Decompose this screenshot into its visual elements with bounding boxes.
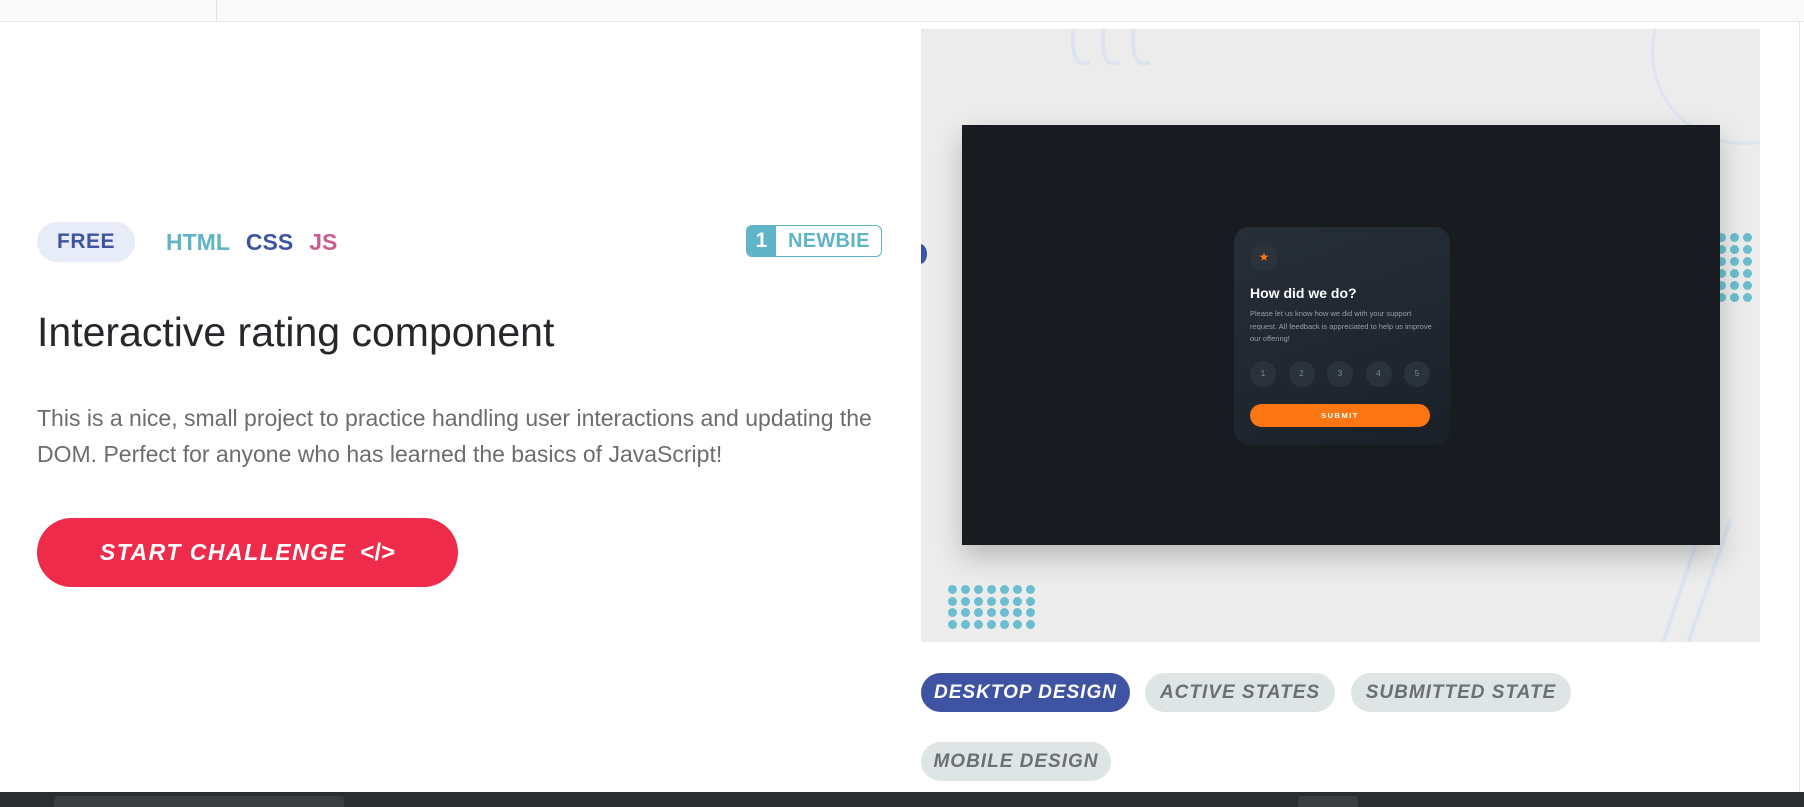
taskbar-tab[interactable] — [1298, 796, 1358, 807]
decorative-dot — [1013, 585, 1022, 594]
difficulty-badge: 1 NEWBIE — [746, 225, 882, 257]
challenge-tags: FREE HTML CSS JS — [37, 222, 337, 262]
decorative-dot — [961, 619, 970, 629]
decorative-dot — [1000, 608, 1009, 617]
card-heading: How did we do? — [1250, 285, 1357, 301]
tab-mobile-design[interactable]: MOBILE DESIGN — [921, 742, 1111, 781]
rating-option: 2 — [1288, 361, 1315, 387]
rating-options: 1 2 3 4 5 — [1250, 361, 1430, 387]
decorative-dot — [1026, 585, 1035, 594]
card-text: Please let us know how we did with your … — [1250, 309, 1432, 343]
decorative-blob — [921, 244, 927, 264]
browser-top-bar — [0, 0, 1804, 22]
decorative-dot — [1730, 281, 1739, 290]
decorative-dot — [1730, 233, 1739, 242]
decorative-dots-right — [1717, 233, 1753, 302]
scrollbar-track[interactable] — [1799, 22, 1800, 792]
design-preview[interactable]: ★ How did we do? Please let us know how … — [921, 29, 1760, 642]
tag-css: CSS — [245, 228, 294, 255]
card-submit-button: SUBMIT — [1250, 404, 1430, 427]
decorative-dot — [1743, 257, 1752, 266]
decorative-dot — [1743, 233, 1752, 242]
decorative-dot — [974, 619, 983, 629]
decorative-dot — [1743, 245, 1752, 254]
tab-active-states[interactable]: ACTIVE STATES — [1145, 673, 1335, 712]
decorative-dot — [987, 585, 996, 594]
decorative-dot — [1730, 293, 1739, 302]
tag-html: HTML — [166, 228, 230, 255]
decorative-dot — [974, 608, 983, 617]
decorative-dot — [1730, 269, 1739, 278]
decorative-dot — [1730, 257, 1739, 266]
difficulty-number: 1 — [747, 226, 776, 256]
decorative-dot — [987, 608, 996, 617]
decorative-dot — [948, 596, 957, 606]
taskbar-tab[interactable] — [54, 796, 344, 807]
rating-card: ★ How did we do? Please let us know how … — [1234, 227, 1450, 445]
decorative-dot — [948, 608, 957, 617]
preview-screen: ★ How did we do? Please let us know how … — [962, 125, 1720, 545]
top-bar-divider — [216, 0, 217, 21]
decorative-dot — [961, 585, 970, 594]
decorative-dot — [961, 596, 970, 606]
star-icon: ★ — [1250, 243, 1278, 271]
rating-option: 1 — [1250, 361, 1276, 387]
decorative-dot — [974, 596, 983, 606]
rating-option: 5 — [1404, 361, 1430, 387]
decorative-dot — [961, 608, 970, 617]
decorative-dot — [974, 585, 983, 594]
decorative-dot — [987, 596, 996, 606]
decorative-dots-left — [948, 585, 1036, 629]
decorative-dot — [1013, 596, 1022, 606]
start-challenge-label: START CHALLENGE — [99, 539, 347, 565]
decorative-dot — [948, 585, 957, 594]
decorative-dot — [1013, 619, 1022, 629]
rating-option: 3 — [1327, 361, 1353, 387]
start-challenge-button[interactable]: START CHALLENGE </> — [37, 518, 458, 587]
decorative-dot — [1026, 608, 1035, 617]
decorative-dot — [1730, 245, 1739, 254]
decorative-dot — [1743, 281, 1752, 290]
decorative-dot — [1000, 619, 1009, 629]
decorative-dot — [1013, 608, 1022, 617]
decorative-dot — [948, 619, 957, 629]
challenge-description: This is a nice, small project to practic… — [37, 405, 872, 467]
decorative-dot — [1000, 596, 1009, 606]
tab-desktop-design[interactable]: DESKTOP DESIGN — [921, 673, 1130, 712]
decorative-lines — [1071, 29, 1150, 66]
taskbar — [0, 792, 1804, 807]
free-badge: FREE — [37, 222, 136, 262]
decorative-dot — [987, 619, 996, 629]
decorative-dot — [1000, 585, 1009, 594]
decorative-dot — [1026, 596, 1035, 606]
tag-js: JS — [309, 228, 338, 255]
code-icon: </> — [360, 538, 396, 566]
decorative-dot — [1026, 619, 1035, 629]
challenge-title: Interactive rating component — [37, 309, 555, 355]
difficulty-label: NEWBIE — [788, 230, 870, 252]
decorative-dot — [1743, 293, 1752, 302]
tab-submitted-state[interactable]: SUBMITTED STATE — [1351, 673, 1571, 712]
rating-option: 4 — [1365, 361, 1392, 387]
decorative-dot — [1743, 269, 1752, 278]
